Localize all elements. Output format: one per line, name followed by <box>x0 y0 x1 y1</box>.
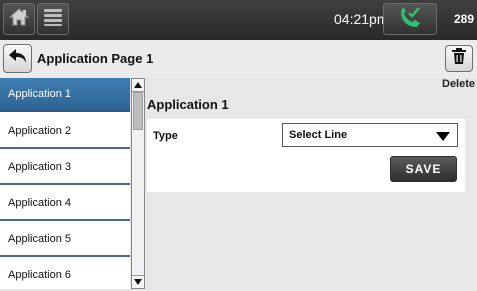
back-button[interactable] <box>3 44 32 73</box>
sidebar-item-application-4[interactable]: Application 4 <box>0 187 130 221</box>
triangle-down-icon <box>133 273 143 291</box>
phone-check-icon <box>395 5 425 34</box>
sidebar-item-application-1[interactable]: Application 1 <box>0 78 130 112</box>
menu-icon <box>42 7 64 32</box>
sidebar-item-application-6[interactable]: Application 6 <box>0 259 130 289</box>
application-list: Application 1 Application 2 Application … <box>0 78 130 289</box>
page-header: Application Page 1 <box>0 40 477 78</box>
type-select-value: Select Line <box>289 129 348 141</box>
list-scrollbar[interactable] <box>131 78 145 289</box>
back-arrow-icon <box>7 46 29 71</box>
type-select[interactable]: Select Line <box>282 123 458 147</box>
sidebar-item-application-2[interactable]: Application 2 <box>0 115 130 149</box>
delete-button[interactable] <box>445 45 473 72</box>
top-bar: 04:21pm 289 <box>0 0 477 40</box>
content-title: Application 1 <box>147 97 229 112</box>
save-button[interactable]: SAVE <box>390 156 457 182</box>
clock: 04:21pm <box>334 11 389 27</box>
scroll-thumb[interactable] <box>133 92 143 130</box>
home-button[interactable] <box>3 3 35 35</box>
scroll-up-button[interactable] <box>132 79 144 92</box>
scroll-down-button[interactable] <box>132 275 144 288</box>
trash-icon <box>451 47 467 70</box>
home-icon <box>8 7 30 32</box>
settings-panel: Type Select Line SAVE <box>147 119 465 192</box>
page-title: Application Page 1 <box>37 51 154 66</box>
sidebar-item-application-3[interactable]: Application 3 <box>0 151 130 185</box>
status-count: 289 <box>453 12 474 26</box>
dropdown-arrow-icon <box>436 132 450 141</box>
phone-button[interactable] <box>383 3 437 35</box>
sidebar-item-application-5[interactable]: Application 5 <box>0 223 130 257</box>
menu-button[interactable] <box>37 3 69 35</box>
delete-label: Delete <box>442 78 476 90</box>
type-label: Type <box>153 130 178 142</box>
